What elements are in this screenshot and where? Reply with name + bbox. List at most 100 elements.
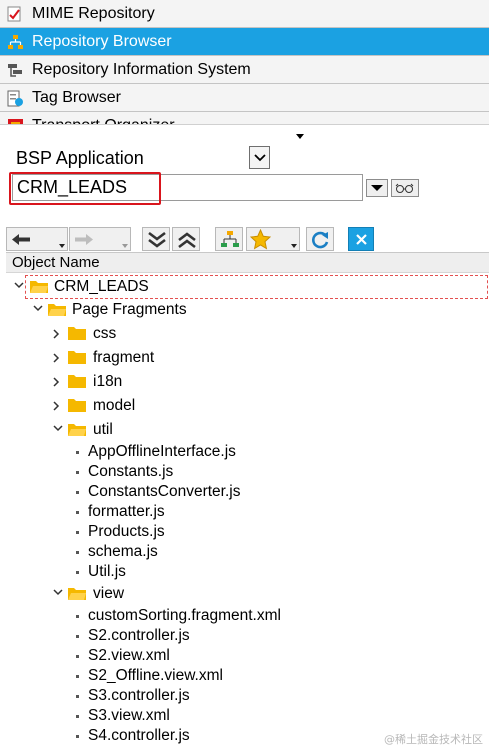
- object-type-select[interactable]: BSP Application: [12, 146, 270, 171]
- back-menu-caret-icon[interactable]: [59, 244, 65, 248]
- chevron-right-icon[interactable]: [52, 346, 64, 370]
- nav-item-label: Transport Organizer: [32, 117, 175, 124]
- column-header-object-name: Object Name: [12, 254, 100, 271]
- file-name: S2_Offline.view.xml: [88, 667, 223, 684]
- folder-icon: [68, 375, 86, 388]
- nav-item-repository-browser[interactable]: Repository Browser: [0, 28, 489, 56]
- display-button[interactable]: [391, 179, 419, 197]
- file-name: Util.js: [88, 563, 126, 580]
- file-name: Constants.js: [88, 463, 174, 480]
- bullet-icon: [76, 735, 79, 738]
- glasses-icon: [395, 183, 414, 193]
- tree-node-label: util: [93, 421, 113, 438]
- chevron-down-icon[interactable]: [32, 298, 44, 322]
- nav-item-label: Repository Information System: [32, 61, 251, 78]
- chevron-right-icon[interactable]: [52, 322, 64, 346]
- folder-icon: [68, 351, 86, 364]
- folder-open-icon: [68, 588, 86, 600]
- bullet-icon: [76, 511, 79, 514]
- bullet-icon: [76, 695, 79, 698]
- nav-item-transport-organizer[interactable]: Transport Organizer: [0, 112, 489, 125]
- file-name: formatter.js: [88, 503, 165, 520]
- back-button[interactable]: [6, 227, 68, 251]
- bullet-icon: [76, 491, 79, 494]
- folder-open-icon: [68, 424, 86, 436]
- bullet-icon: [76, 715, 79, 718]
- folder-icon: [68, 399, 86, 412]
- chevron-down-icon[interactable]: [13, 275, 25, 299]
- nav-item-repository-information-system[interactable]: Repository Information System: [0, 56, 489, 84]
- folder-open-icon: [48, 304, 66, 316]
- highlight-annotation-box: [9, 172, 161, 205]
- chevron-right-icon[interactable]: [52, 394, 64, 418]
- tree-node-label: Page Fragments: [72, 301, 187, 318]
- expand-all-button[interactable]: [142, 227, 170, 251]
- object-name-history-button[interactable]: [366, 179, 388, 197]
- nav-item-label: Tag Browser: [32, 89, 121, 106]
- file-name: S3.view.xml: [88, 707, 170, 724]
- bullet-icon: [76, 655, 79, 658]
- hierarchy-icon: [221, 231, 239, 247]
- nav-item-label: Repository Browser: [32, 33, 172, 50]
- bullet-icon: [76, 675, 79, 678]
- watermark: @稀土掘金技术社区: [384, 733, 483, 746]
- file-name: customSorting.fragment.xml: [88, 607, 281, 624]
- bullet-icon: [76, 451, 79, 454]
- navigation-panel: MIME Repository Repository Browser Repos…: [0, 0, 489, 125]
- star-icon: [250, 229, 271, 250]
- tree-node-root[interactable]: CRM_LEADS: [14, 275, 488, 299]
- bullet-icon: [76, 571, 79, 574]
- transport-organizer-icon: [8, 119, 23, 124]
- favorites-button[interactable]: [246, 227, 300, 251]
- file-name: S2.controller.js: [88, 627, 190, 644]
- bullet-icon: [76, 471, 79, 474]
- tree-node-label: view: [93, 585, 125, 602]
- chevron-down-icon[interactable]: [52, 418, 64, 442]
- tree-node-label: fragment: [93, 349, 155, 366]
- tree-toolbar: [6, 227, 386, 251]
- folder-open-icon: [30, 281, 48, 293]
- tree-node-label: i18n: [93, 373, 123, 390]
- tree-column-header[interactable]: Object Name: [6, 252, 489, 273]
- collapse-all-button[interactable]: [172, 227, 200, 251]
- folder-icon: [68, 327, 86, 340]
- refresh-button[interactable]: [306, 227, 334, 251]
- close-icon: [356, 234, 367, 245]
- double-chevron-up-icon: [178, 232, 196, 249]
- file-name: schema.js: [88, 543, 158, 560]
- chevron-down-icon: [254, 154, 266, 162]
- bullet-icon: [76, 615, 79, 618]
- chevron-right-icon[interactable]: [52, 370, 64, 394]
- nav-item-tag-browser[interactable]: Tag Browser: [0, 84, 489, 112]
- nav-item-mime-repository[interactable]: MIME Repository: [0, 0, 489, 28]
- favorites-menu-caret-icon[interactable]: [291, 244, 297, 248]
- forward-button[interactable]: [69, 227, 131, 251]
- double-chevron-down-icon: [148, 231, 166, 248]
- dropdown-triangle-icon: [371, 185, 383, 191]
- bullet-icon: [76, 635, 79, 638]
- refresh-icon: [312, 231, 329, 249]
- arrow-left-icon: [12, 234, 30, 245]
- bullet-icon: [76, 551, 79, 554]
- splitter-caret-icon[interactable]: [296, 134, 304, 139]
- mime-repository-icon: [7, 6, 21, 22]
- close-tree-button[interactable]: [348, 227, 374, 251]
- object-type-dropdown-button[interactable]: [249, 146, 270, 169]
- arrow-right-icon: [75, 234, 93, 245]
- hierarchy-button[interactable]: [215, 227, 243, 251]
- forward-menu-caret-icon[interactable]: [122, 244, 128, 248]
- file-name: AppOfflineInterface.js: [88, 443, 236, 460]
- repository-browser-icon: [8, 35, 23, 49]
- file-name: S2.view.xml: [88, 647, 170, 664]
- tree-node-label: css: [93, 325, 117, 342]
- file-name: Products.js: [88, 523, 165, 540]
- tree-node-label: CRM_LEADS: [54, 278, 149, 295]
- tag-browser-icon: [7, 90, 23, 107]
- tree-node-label: model: [93, 397, 136, 414]
- file-name: S3.controller.js: [88, 687, 190, 704]
- repository-info-system-icon: [8, 64, 22, 77]
- nav-item-label: MIME Repository: [32, 5, 155, 22]
- bullet-icon: [76, 531, 79, 534]
- object-type-value: BSP Application: [16, 148, 144, 168]
- chevron-down-icon[interactable]: [52, 582, 64, 606]
